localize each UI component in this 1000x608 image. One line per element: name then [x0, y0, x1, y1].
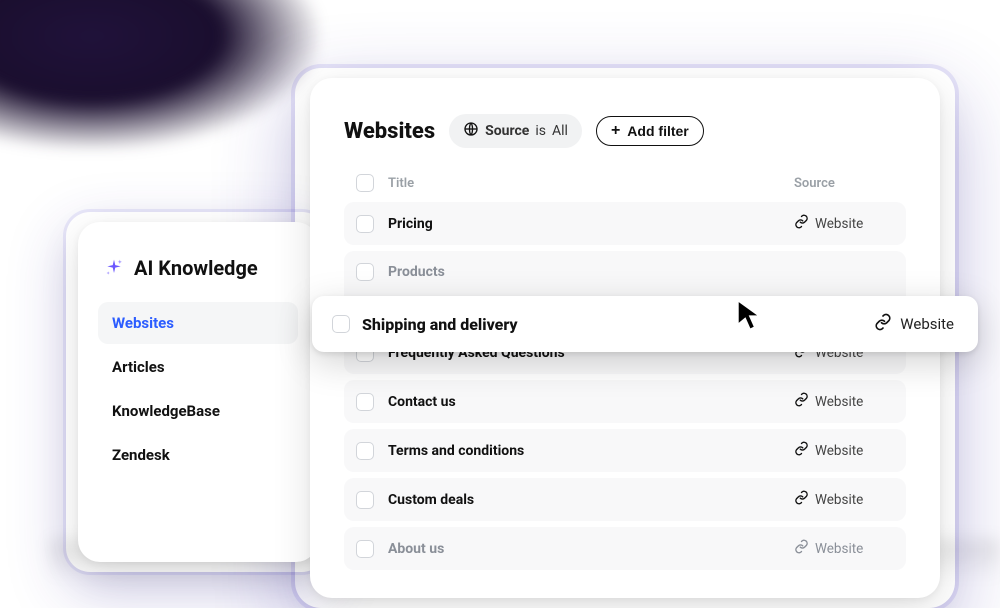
table-row[interactable]: Terms and conditions Website	[344, 429, 906, 472]
row-checkbox[interactable]	[356, 491, 374, 509]
sidebar-item-label: Zendesk	[112, 446, 170, 464]
row-source: Website	[794, 490, 894, 509]
column-header-title: Title	[388, 176, 794, 191]
filter-value: All	[552, 123, 568, 139]
sidebar-item-websites[interactable]: Websites	[98, 302, 298, 344]
main-header: Websites Source is All + Add filter	[344, 114, 906, 148]
sidebar-item-label: Websites	[112, 314, 174, 332]
add-filter-button[interactable]: + Add filter	[596, 116, 704, 146]
row-source: Website	[794, 539, 894, 558]
filter-operator: is	[535, 123, 546, 139]
row-checkbox[interactable]	[356, 263, 374, 281]
row-source: Website	[874, 313, 954, 335]
sidebar-item-label: KnowledgeBase	[112, 402, 220, 420]
row-checkbox[interactable]	[356, 442, 374, 460]
table-row[interactable]: Pricing Website	[344, 202, 906, 245]
globe-icon	[463, 121, 479, 141]
link-icon	[794, 441, 809, 460]
link-icon	[794, 214, 809, 233]
row-title: About us	[388, 541, 794, 557]
row-title: Products	[388, 264, 794, 280]
row-title: Shipping and delivery	[362, 315, 874, 334]
sidebar-item-label: Articles	[112, 358, 165, 376]
sidebar-header: AI Knowledge	[98, 256, 298, 280]
link-icon	[794, 539, 809, 558]
link-icon	[794, 392, 809, 411]
row-source: Website	[794, 214, 894, 233]
row-title: Contact us	[388, 394, 794, 410]
table-row[interactable]: Contact us Website	[344, 380, 906, 423]
row-checkbox[interactable]	[356, 215, 374, 233]
table-row-hovered[interactable]: Shipping and delivery Website	[312, 296, 978, 352]
link-icon	[794, 490, 809, 509]
sidebar-item-knowledgebase[interactable]: KnowledgeBase	[98, 390, 298, 432]
table-row[interactable]: About us Website	[344, 527, 906, 570]
select-all-checkbox[interactable]	[356, 174, 374, 192]
sparkle-icon	[104, 258, 124, 278]
row-source: Website	[794, 392, 894, 411]
sidebar-item-zendesk[interactable]: Zendesk	[98, 434, 298, 476]
row-checkbox[interactable]	[356, 540, 374, 558]
sidebar-item-articles[interactable]: Articles	[98, 346, 298, 388]
row-title: Custom deals	[388, 492, 794, 508]
sidebar-panel: AI Knowledge Websites Articles Knowledge…	[78, 222, 318, 562]
sidebar-title: AI Knowledge	[134, 256, 258, 280]
table-row[interactable]: Custom deals Website	[344, 478, 906, 521]
table-header: Title Source	[344, 174, 906, 202]
row-title: Pricing	[388, 216, 794, 232]
row-checkbox[interactable]	[356, 393, 374, 411]
rows-container: Pricing Website Products Frequently Aske…	[344, 202, 906, 570]
cursor-icon	[735, 298, 765, 336]
row-title: Terms and conditions	[388, 443, 794, 459]
row-source: Website	[794, 441, 894, 460]
row-checkbox[interactable]	[332, 315, 350, 333]
filter-field-label: Source	[485, 123, 529, 139]
filter-pill-source[interactable]: Source is All	[449, 114, 582, 148]
page-title: Websites	[344, 119, 435, 144]
plus-icon: +	[611, 123, 620, 139]
link-icon	[874, 313, 892, 335]
column-header-source: Source	[794, 176, 894, 191]
add-filter-label: Add filter	[627, 123, 688, 139]
decorative-blob	[0, 0, 320, 150]
